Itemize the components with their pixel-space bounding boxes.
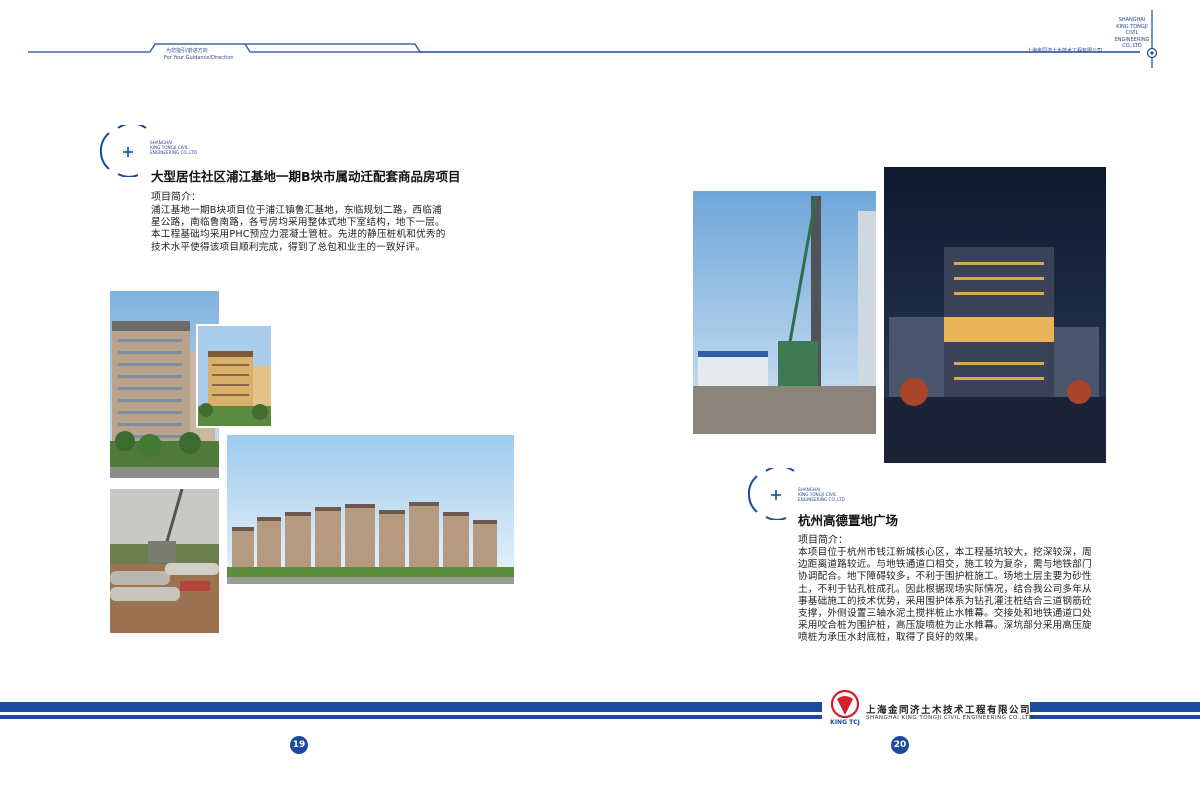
project1-body: 浦江基地一期B块项目位于浦江镇鲁汇基地，东临规划二路，西临浦 星公路，南临鲁南路…	[151, 205, 471, 254]
header-guidance-en: For Your Guidance/Direction	[164, 55, 234, 61]
project2-line: 边距离道路较近。与地铁通道口相交，施工较为复杂，需与地铁部门	[798, 559, 1092, 571]
project1-line: 技术水平使得该项目顺利完成，得到了总包和业主的一致好评。	[151, 241, 426, 253]
page-number-right: 20	[891, 736, 909, 754]
project1-line: 星公路，南临鲁南路，各号房均采用整体式地下室结构，地下一层。	[151, 217, 445, 229]
project2-line: 采用咬合桩为围护桩，高压旋喷桩为止水帷幕。深坑部分采用高压旋	[798, 620, 1092, 632]
photo-drilling-rig	[693, 191, 876, 434]
project1-line: 浦江基地一期B块项目位于浦江镇鲁汇基地，东临规划二路，西临浦	[151, 205, 442, 216]
project2-label: 项目简介：	[798, 535, 848, 546]
company-logo: KING TCJ	[828, 689, 862, 731]
project2-line: 本项目位于杭州市钱江新城核心区，本工程基坑较大，挖深较深，周	[798, 547, 1092, 558]
project1-title: 大型居住社区浦江基地一期B块市属动迁配套商品房项目	[151, 169, 461, 184]
section-logo-2-en: SHANGHAI KING TONGJI CIVIL ENGINEERING C…	[798, 487, 845, 502]
header-company-cn: 上海金同济土木技术工程有限公司	[1027, 48, 1103, 54]
photo-residential-small	[196, 324, 273, 428]
project2-line: 协调配合。地下障碍较多，不利于围护桩施工。场地土层主要为砂性	[798, 571, 1092, 583]
photo-residential-complex	[227, 435, 514, 584]
project2-line: 土，不利于钻孔桩成孔。因此根据现场实际情况，结合我公司多年从	[798, 583, 1092, 595]
project2-line: 支撑，外侧设置三轴水泥土搅拌桩止水帷幕。交接处和地铁通道口处	[798, 608, 1092, 620]
page-number-left: 19	[290, 736, 308, 754]
project2-line: 喷桩为承压水封底桩，取得了良好的效果。	[798, 632, 985, 644]
project1-label: 项目简介：	[151, 192, 201, 203]
header-guidance-cn: 为您指引/前进方向	[166, 48, 208, 54]
header-corner-en: SHANGHAI KING TONGJI CIVIL ENGINEERING C…	[1114, 17, 1150, 49]
footer-company-cn: 上海金同济土木技术工程有限公司	[866, 705, 1032, 716]
section-logo-1-en: SHANGHAI KING TONGJI CIVIL ENGINEERING C…	[150, 140, 197, 155]
project2-line: 事基础施工的技术优势，采用围护体系为钻孔灌注桩结合三道钢筋砼	[798, 595, 1092, 607]
company-logo-icon	[830, 689, 860, 719]
project2-body: 本项目位于杭州市钱江新城核心区，本工程基坑较大，挖深较深，周 边距离道路较近。与…	[798, 547, 1128, 645]
photo-night-rendering	[884, 167, 1106, 463]
header-rule	[28, 10, 1158, 68]
project1-line: 本工程基础均采用PHC预应力混凝土管桩。先进的静压桩机和优秀的	[151, 229, 446, 241]
footer-company-en: SHANGHAI KING TONGJI CIVIL ENGINEERING C…	[866, 715, 1034, 721]
project2-title: 杭州高德置地广场	[798, 513, 899, 528]
photo-pile-site	[110, 489, 219, 633]
company-logo-text: KING TCJ	[830, 719, 860, 726]
